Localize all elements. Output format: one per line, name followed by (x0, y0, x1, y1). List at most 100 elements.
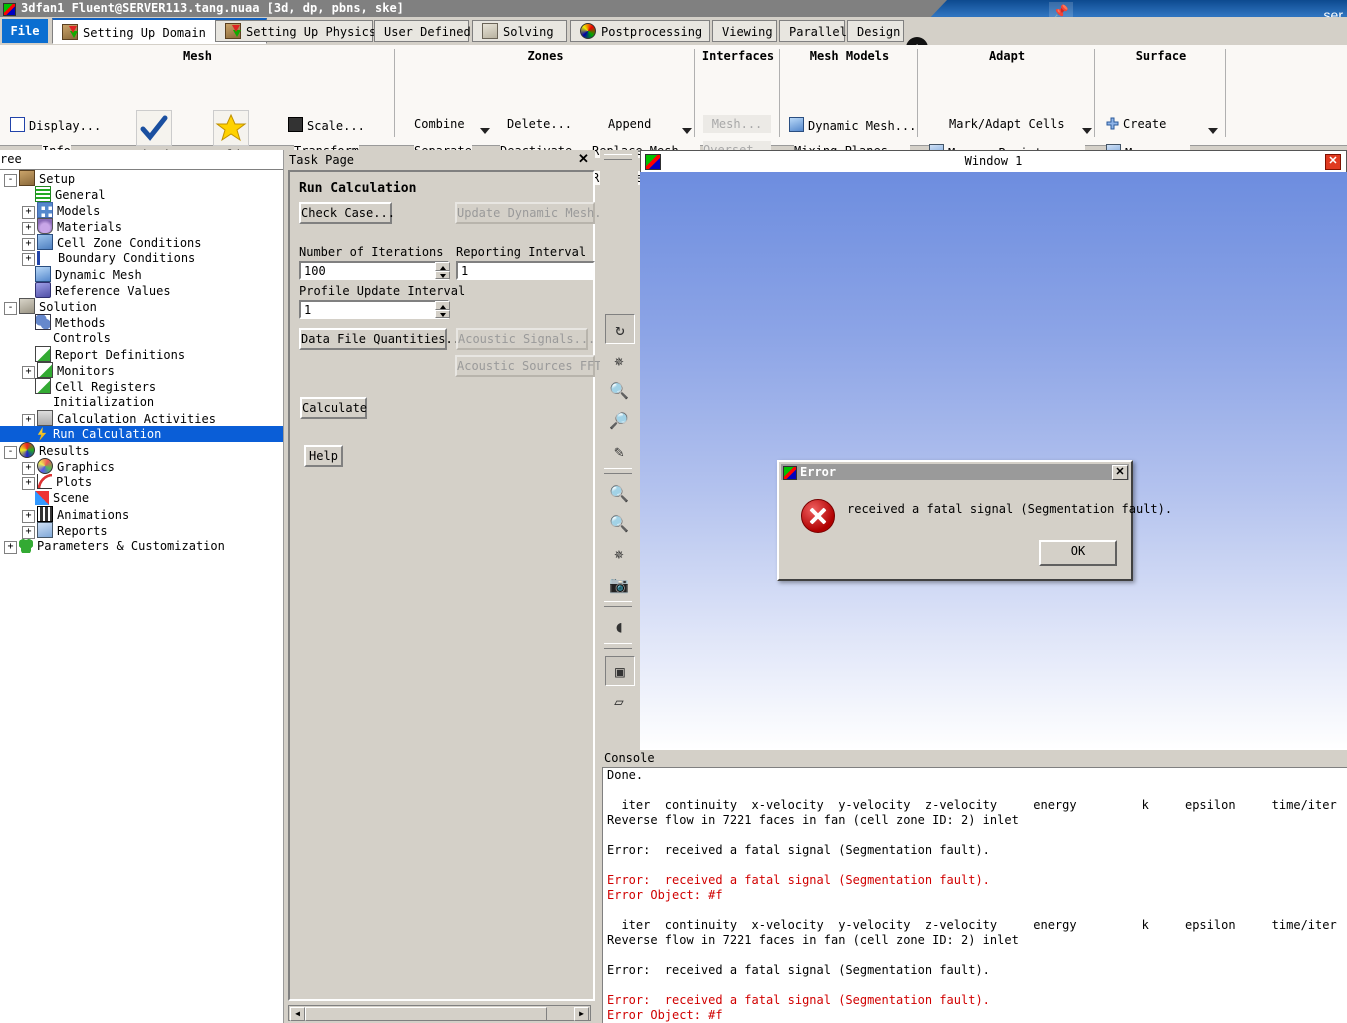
check-case-button[interactable]: Check Case... (299, 202, 395, 224)
tree-item-label: Run Calculation (53, 427, 162, 441)
pan-icon[interactable]: ✵ (605, 346, 633, 374)
lighting-icon[interactable]: ◖ (605, 612, 633, 640)
tab-postprocessing[interactable]: Postprocessing (570, 20, 710, 42)
tree-item-graphics[interactable]: + Graphics (0, 458, 283, 475)
profile-update-interval-input[interactable]: 1 (299, 300, 449, 319)
tree-item-solution[interactable]: - Solution (0, 298, 283, 315)
tree-item-label: Setup (39, 172, 76, 186)
ribbon-group-title: Adapt (988, 49, 1026, 63)
tree-item-reference-values[interactable]: Reference Values (0, 282, 283, 298)
console-panel: Console Done. iter continuity x-velocity… (600, 750, 1347, 1023)
tree-item-models[interactable]: + Models (0, 202, 283, 219)
tree-item-animations[interactable]: + Animations (0, 506, 283, 523)
zoom-out-icon[interactable]: 🔍 (605, 509, 633, 537)
scrollbar-thumb[interactable] (305, 1007, 547, 1021)
tab-viewing[interactable]: Viewing (712, 20, 777, 42)
tree-item-controls[interactable]: Controls (0, 330, 283, 346)
ribbon-item-append[interactable]: Append (608, 117, 652, 131)
ok-button[interactable]: OK (1039, 540, 1117, 566)
console-output[interactable]: Done. iter continuity x-velocity y-veloc… (602, 767, 1347, 1023)
close-icon[interactable]: ✕ (576, 152, 591, 167)
tree-item-label: Graphics (57, 460, 115, 474)
reporting-interval-input[interactable]: 1 (456, 261, 595, 280)
ribbon-item-display[interactable]: Display... (10, 117, 102, 133)
zoom-fit-icon[interactable]: 🔍 (605, 376, 633, 404)
tree-item-reports[interactable]: + Reports (0, 522, 283, 539)
tree-item-dynamic-mesh[interactable]: Dynamic Mesh (0, 266, 283, 282)
tree-item-scene[interactable]: Scene (0, 490, 283, 506)
tab-user-defined[interactable]: User Defined (374, 20, 471, 42)
chevron-down-icon[interactable] (1082, 128, 1092, 134)
tree-item-run-calculation[interactable]: Run Calculation (0, 426, 283, 442)
tree-item-label: Dynamic Mesh (55, 268, 142, 282)
tree-body[interactable]: - Setup General + Models + Materials + Cell Zon… (0, 169, 283, 1023)
tab-design[interactable]: Design (847, 20, 904, 42)
tab-label: Viewing (722, 25, 773, 39)
camera-icon[interactable]: 📷 (605, 570, 633, 598)
tree-item-methods[interactable]: Methods (0, 314, 283, 330)
tree-item-general[interactable]: General (0, 186, 283, 202)
dynmesh-icon (35, 266, 51, 282)
help-button[interactable]: Help (304, 445, 343, 467)
scroll-left-icon[interactable]: ◀ (290, 1007, 305, 1021)
tab-solving[interactable]: Solving (472, 20, 567, 42)
ribbon-item-combine[interactable]: Combine (414, 117, 465, 131)
axes-icon[interactable]: ✵ (605, 539, 633, 567)
tab-file[interactable]: File (2, 19, 48, 43)
tree-item-initialization[interactable]: Initialization (0, 394, 283, 410)
tree-item-calculation-activities[interactable]: + Calculation Activities (0, 410, 283, 427)
task-page-hscrollbar[interactable]: ◀ ▶ (288, 1005, 591, 1021)
task-page-header: Task Page (289, 153, 355, 167)
solution-icon (19, 298, 35, 314)
refresh-icon[interactable]: ↻ (605, 314, 635, 344)
tab-parallel[interactable]: Parallel (779, 20, 847, 42)
tree-item-report-definitions[interactable]: Report Definitions (0, 346, 283, 362)
zoom-to-icon[interactable]: 🔍 (605, 479, 633, 507)
tree-item-plots[interactable]: + Plots (0, 474, 283, 490)
tree-item-cell-zone-conditions[interactable]: + Cell Zone Conditions (0, 234, 283, 251)
chevron-down-icon[interactable] (1208, 128, 1218, 134)
orthographic-icon[interactable]: ▱ (605, 687, 633, 715)
close-icon[interactable]: ✕ (1112, 465, 1128, 480)
error-dialog: Error ✕ received a fatal signal (Segment… (777, 460, 1172, 581)
ribbon-group-adapt: Adapt Mark/Adapt Cells Manage Registers.… (919, 45, 1095, 185)
tree-item-materials[interactable]: + Materials (0, 218, 283, 235)
zoom-in-icon[interactable]: 🔎 (605, 406, 633, 434)
ribbon-item-create-surface[interactable]: Create (1106, 117, 1167, 131)
chevron-down-icon[interactable] (480, 128, 490, 134)
expand-icon[interactable]: + (22, 477, 35, 490)
calculate-button[interactable]: Calculate (300, 397, 367, 419)
console-line: Error Object: #f (607, 1008, 723, 1022)
graphics-window-tab[interactable]: Window 1 ✕ (640, 150, 1347, 172)
materials-icon (37, 218, 53, 234)
number-of-iterations-input[interactable]: 100 (299, 261, 449, 280)
acoustic-signals-button: Acoustic Signals... (456, 328, 595, 350)
ribbon-item-delete[interactable]: Delete... (507, 117, 573, 131)
expand-icon[interactable]: + (4, 541, 17, 554)
number-of-iterations-stepper[interactable] (435, 262, 450, 279)
tree-item-results[interactable]: - Results (0, 442, 283, 459)
data-file-quantities-button[interactable]: Data File Quantities... (299, 328, 467, 350)
ribbon-item-dynamic-mesh[interactable]: Dynamic Mesh... (789, 117, 917, 133)
perspective-icon[interactable]: ▣ (605, 656, 635, 686)
tree-item-monitors[interactable]: + Monitors (0, 362, 283, 379)
dynamic-mesh-icon (789, 117, 804, 132)
profile-update-interval-stepper[interactable] (435, 301, 450, 318)
close-icon[interactable]: ✕ (1325, 154, 1341, 170)
tree-item-boundary-conditions[interactable]: + Boundary Conditions (0, 250, 283, 266)
ribbon-item-mark-adapt-cells[interactable]: Mark/Adapt Cells (949, 117, 1065, 131)
display-icon (10, 117, 25, 132)
probe-icon[interactable]: ✎ (605, 437, 633, 465)
plus-icon (1106, 117, 1119, 130)
tab-setting-up-physics[interactable]: Setting Up Physics (215, 20, 376, 42)
expand-icon[interactable]: + (22, 253, 35, 266)
tree-item-parameters-customization[interactable]: + Parameters & Customization (0, 538, 283, 554)
scroll-right-icon[interactable]: ▶ (574, 1007, 589, 1021)
tree-item-cell-registers[interactable]: Cell Registers (0, 378, 283, 394)
tree-item-setup[interactable]: - Setup (0, 170, 283, 187)
chevron-down-icon[interactable] (682, 128, 692, 134)
ribbon-item-scale[interactable]: Scale... (288, 117, 365, 133)
